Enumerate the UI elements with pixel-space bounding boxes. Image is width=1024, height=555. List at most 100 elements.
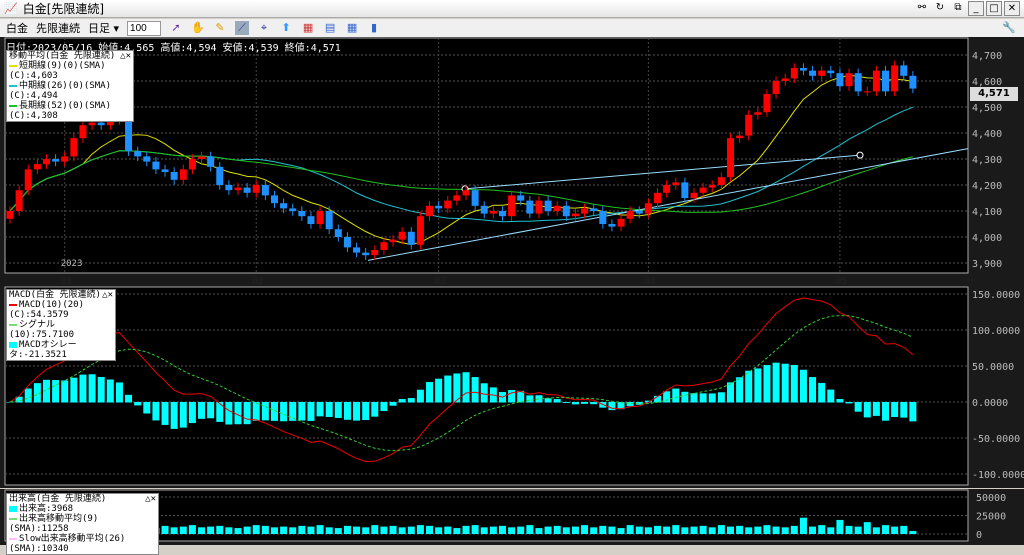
candle: [699, 187, 707, 193]
trendline-handle: [856, 151, 864, 159]
period-dropdown[interactable]: 日足 ▾: [88, 20, 119, 36]
volume-bar: [380, 526, 388, 534]
copy-icon[interactable]: ⧉: [950, 1, 966, 16]
macd-histogram-bar: [444, 375, 452, 403]
pencil-icon[interactable]: ✎: [213, 21, 227, 35]
volume-bar: [690, 526, 698, 534]
toolbar: 白金 先限連続 日足 ▾ ➚ ✋ ✎ ⟋ ⌖ ⬆ ▦ ▤ ▦ ▮ 🔧: [0, 19, 1024, 37]
macd-histogram-bar: [280, 402, 288, 422]
candle: [362, 252, 370, 256]
candle: [143, 156, 151, 162]
table-icon[interactable]: ▦: [345, 21, 359, 35]
macd-histogram-bar: [544, 398, 552, 403]
maximize-button[interactable]: □: [986, 1, 1002, 16]
volume-bar: [845, 525, 853, 534]
macd-histogram-bar: [553, 399, 561, 403]
macd-histogram-bar: [571, 402, 579, 405]
wrench-icon[interactable]: 🔧: [1002, 21, 1016, 35]
macd-histogram-bar: [745, 370, 753, 403]
volume-bar: [635, 526, 643, 534]
candle: [544, 200, 552, 211]
close-legend-icon[interactable]: △✕: [102, 290, 113, 300]
macd-histogram-bar: [818, 382, 826, 403]
volume-tick-label: 25000: [976, 512, 1006, 523]
macd-histogram-bar: [827, 389, 835, 403]
candle: [125, 117, 133, 152]
volume-bar: [353, 526, 361, 534]
close-legend-icon[interactable]: △✕: [120, 51, 131, 61]
candle: [280, 203, 288, 209]
volume-bar: [489, 526, 497, 534]
candle: [170, 172, 178, 180]
volume-bar: [170, 527, 178, 534]
volume-bar: [371, 525, 379, 534]
macd-tick-label: 50.0000: [972, 362, 1014, 373]
price-chart[interactable]: 4,7004,6004,5004,4004,3004,2004,1004,000…: [0, 37, 1024, 287]
close-legend-icon[interactable]: △✕: [145, 494, 156, 504]
hand-icon[interactable]: ✋: [191, 21, 205, 35]
volume-bar: [426, 525, 434, 534]
volume-bar: [818, 525, 826, 534]
macd-histogram-bar: [435, 378, 443, 403]
volume-bar: [544, 526, 552, 534]
volume-bar: [216, 525, 224, 534]
macd-histogram-bar: [252, 402, 260, 421]
chart-icon[interactable]: ▦: [301, 21, 315, 35]
volume-bar: [699, 525, 707, 534]
macd-histogram-bar: [334, 402, 342, 418]
volume-bar: [599, 525, 607, 534]
crosshair-icon[interactable]: ⌖: [257, 21, 271, 35]
macd-histogram-bar: [70, 377, 78, 403]
candle: [179, 169, 187, 180]
macd-histogram-bar: [353, 402, 361, 421]
close-button[interactable]: ✕: [1004, 1, 1020, 16]
count-input[interactable]: [127, 20, 162, 36]
macd-histogram-bar: [772, 362, 780, 403]
candle: [790, 68, 798, 79]
candle: [435, 205, 443, 209]
candle: [708, 185, 716, 188]
candle: [207, 156, 215, 167]
candle: [380, 242, 388, 250]
minimize-button[interactable]: _: [968, 1, 984, 16]
refresh-icon[interactable]: ↻: [932, 1, 948, 16]
volume-bar: [891, 526, 899, 534]
macd-histogram-bar: [380, 402, 388, 412]
trendline-icon[interactable]: ⟋: [235, 21, 250, 35]
product-menu[interactable]: 白金: [6, 20, 28, 36]
macd-histogram-bar: [88, 374, 96, 403]
macd-histogram-bar: [261, 402, 269, 421]
candle: [289, 208, 297, 211]
candle: [581, 208, 589, 214]
contract-menu[interactable]: 先限連続: [36, 20, 80, 36]
grid-icon[interactable]: ▤: [323, 21, 337, 35]
volume-bar: [608, 526, 616, 534]
candle: [298, 211, 306, 217]
macd-histogram-bar: [708, 393, 716, 403]
candle: [334, 229, 342, 237]
candle: [353, 247, 361, 253]
candle: [526, 200, 534, 214]
cursor-icon[interactable]: ➚: [169, 21, 183, 35]
macd-histogram-bar: [699, 393, 707, 403]
volume-bar: [343, 525, 351, 534]
volume-bar: [790, 525, 798, 534]
volume-bar: [198, 527, 206, 534]
up-circle-icon[interactable]: ⬆: [279, 21, 293, 35]
candle: [416, 216, 424, 245]
candle: [599, 211, 607, 224]
link-icon[interactable]: ⚯: [914, 1, 930, 16]
candle: [690, 192, 698, 198]
macd-histogram-bar: [581, 402, 589, 404]
volume-bar: [498, 525, 506, 534]
volume-bar: [900, 525, 908, 534]
volume-bar: [827, 527, 835, 534]
volume-tick-label: 50000: [976, 493, 1006, 504]
candle: [426, 205, 434, 217]
volume-bar: [362, 527, 370, 534]
macd-chart[interactable]: 150.0000 100.0000 50.0000 0.0000 -50.0000 -10…: [0, 286, 1024, 488]
macd-histogram-bar: [809, 377, 817, 403]
volume-bar: [280, 526, 288, 534]
bar-chart-icon[interactable]: ▮: [367, 21, 381, 35]
app-icon: 📈: [4, 2, 18, 15]
